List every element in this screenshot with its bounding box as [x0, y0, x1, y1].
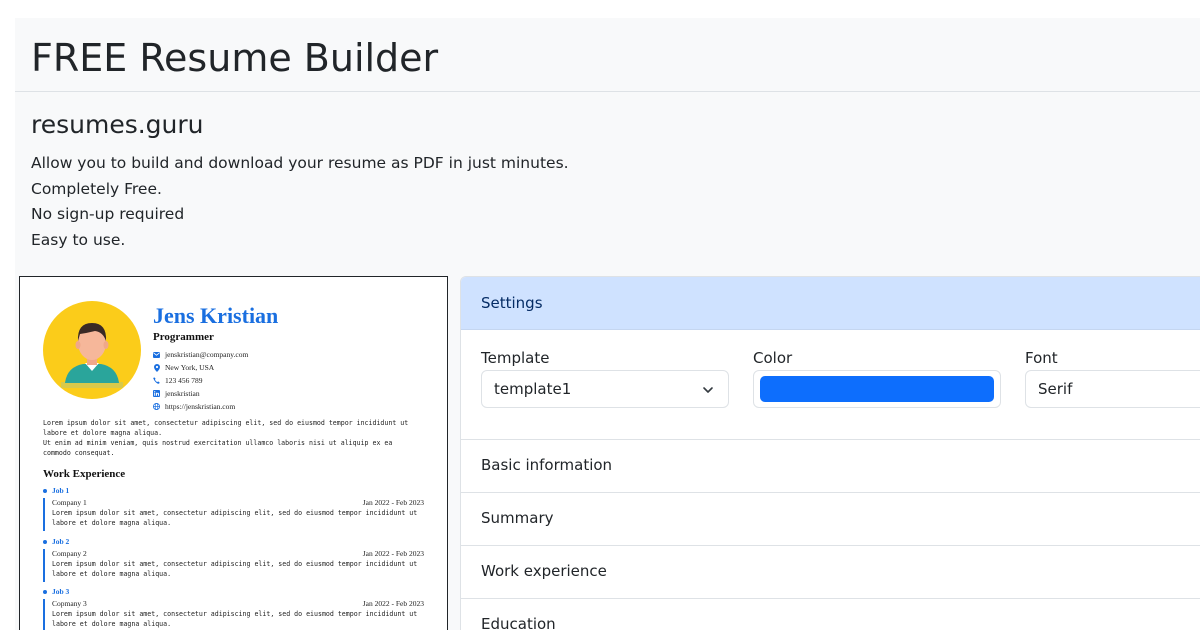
- job-desc-line: Lorem ipsum dolor sit amet, consectetur …: [52, 559, 418, 568]
- job-dates: Jan 2022 - Feb 2023: [362, 599, 424, 608]
- phone-icon: [153, 377, 160, 384]
- job-description: Lorem ipsum dolor sit amet, consectetur …: [52, 508, 424, 528]
- job-description: Lorem ipsum dolor sit amet, consectetur …: [52, 559, 424, 579]
- hero-description: Allow you to build and download your res…: [31, 151, 569, 253]
- template-select[interactable]: template1: [481, 370, 729, 408]
- section-label: Basic information: [481, 456, 613, 474]
- summary-line: commodo consequat.: [43, 449, 115, 457]
- section-education[interactable]: Education: [461, 598, 1200, 630]
- hero-line: No sign-up required: [31, 205, 185, 223]
- section-summary[interactable]: Summary: [461, 492, 1200, 545]
- job-company: Copmany 3: [52, 599, 87, 608]
- hero-divider: [15, 91, 1200, 92]
- job-title: Job 1: [52, 486, 70, 495]
- job-company: Company 1: [52, 498, 87, 507]
- linkedin-icon: [153, 390, 160, 397]
- settings-header-label: Settings: [481, 294, 543, 312]
- contact-linkedin-text: jenskristian: [165, 389, 200, 398]
- map-pin-icon: [153, 363, 160, 372]
- contact-list: jenskristian@company.com New York, USA 1…: [153, 348, 248, 413]
- avatar: [43, 301, 141, 399]
- job-entry: Job 1 Company 1 Jan 2022 - Feb 2023 Lore…: [43, 486, 424, 537]
- resume-role: Programmer: [153, 331, 214, 343]
- job-desc-line: labore et dolore magna aliqua.: [52, 519, 172, 527]
- section-label: Summary: [481, 509, 554, 527]
- hero-line: Completely Free.: [31, 179, 162, 198]
- settings-accordion: Settings Template template1 Color Font S…: [460, 276, 1200, 630]
- hero-line: Allow you to build and download your res…: [31, 154, 569, 172]
- contact-website-text: https://jenskristian.com: [165, 402, 236, 411]
- bullet-icon: [43, 539, 47, 544]
- job-desc-line: Lorem ipsum dolor sit amet, consectetur …: [52, 610, 418, 618]
- section-work-experience[interactable]: Work experience: [461, 545, 1200, 598]
- resume-preview: Jens Kristian Programmer jenskristian@co…: [19, 276, 448, 630]
- contact-phone-text: 123 456 789: [165, 376, 203, 385]
- contact-location-text: New York, USA: [165, 363, 215, 372]
- timeline-line: [43, 498, 45, 531]
- job-description: Lorem ipsum dolor sit amet, consectetur …: [52, 609, 424, 629]
- font-label: Font: [1025, 349, 1058, 367]
- envelope-icon: [153, 351, 160, 358]
- job-dates: Jan 2022 - Feb 2023: [362, 498, 424, 507]
- page-title: FREE Resume Builder: [31, 36, 439, 80]
- work-experience-title: Work Experience: [43, 468, 126, 480]
- job-entry: Job 2 Company 2 Jan 2022 - Feb 2023 Lore…: [43, 537, 424, 588]
- contact-location: New York, USA: [153, 361, 248, 374]
- template-select-value: template1: [494, 380, 572, 398]
- section-basic-information[interactable]: Basic information: [461, 439, 1200, 492]
- settings-header[interactable]: Settings: [461, 277, 1200, 330]
- contact-phone: 123 456 789: [153, 374, 248, 387]
- section-label: Work experience: [481, 562, 607, 580]
- contact-linkedin: jenskristian: [153, 387, 248, 400]
- hero-line: Easy to use.: [31, 230, 126, 249]
- globe-icon: [153, 403, 160, 410]
- font-select-value: Serif: [1038, 380, 1073, 398]
- contact-website: https://jenskristian.com: [153, 400, 248, 413]
- summary-line: Lorem ipsum dolor sit amet, consectetur …: [43, 419, 409, 427]
- timeline-line: [43, 548, 45, 582]
- resume-name: Jens Kristian: [153, 303, 279, 328]
- summary-line: labore et dolore magna aliqua.: [43, 429, 163, 437]
- job-title: Job 3: [52, 587, 70, 596]
- bullet-icon: [43, 590, 47, 594]
- job-title: Job 2: [52, 536, 70, 546]
- color-label: Color: [753, 349, 793, 367]
- person-avatar-icon: [61, 323, 123, 388]
- summary-line: Ut enim ad minim veniam, quis nostrud ex…: [43, 439, 393, 447]
- site-name: resumes.guru: [31, 110, 204, 139]
- job-desc-line: labore et dolore magna aliqua.: [52, 569, 172, 578]
- bullet-icon: [43, 489, 47, 493]
- timeline-line: [43, 599, 45, 630]
- template-label: Template: [481, 349, 550, 367]
- color-swatch: [760, 376, 994, 402]
- contact-email-text: jenskristian@company.com: [165, 350, 249, 359]
- contact-email: jenskristian@company.com: [153, 348, 248, 361]
- font-select[interactable]: Serif: [1025, 370, 1200, 408]
- job-list: Job 1 Company 1 Jan 2022 - Feb 2023 Lore…: [43, 486, 424, 630]
- job-company: Company 2: [52, 548, 87, 558]
- job-desc-line: Lorem ipsum dolor sit amet, consectetur …: [52, 509, 418, 517]
- section-label: Education: [481, 615, 556, 630]
- job-desc-line: labore et dolore magna aliqua.: [52, 620, 172, 628]
- job-dates: Jan 2022 - Feb 2023: [362, 548, 424, 558]
- resume-summary: Lorem ipsum dolor sit amet, consectetur …: [43, 418, 428, 458]
- color-picker[interactable]: [753, 370, 1001, 408]
- chevron-down-icon: [703, 387, 713, 393]
- job-entry: Job 3 Copmany 3 Jan 2022 - Feb 2023 Lore…: [43, 587, 424, 630]
